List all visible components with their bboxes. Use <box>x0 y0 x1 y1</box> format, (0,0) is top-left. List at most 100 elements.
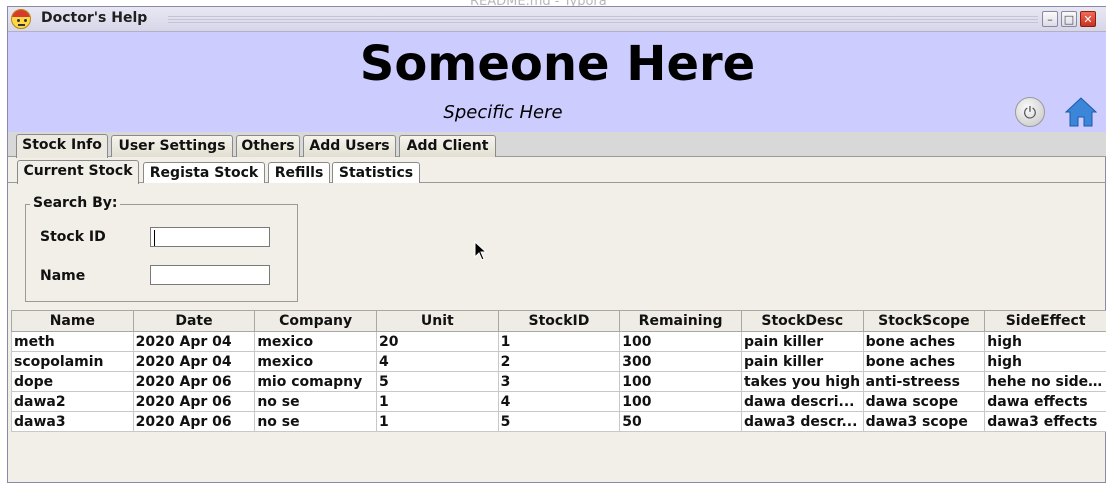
maximize-button[interactable]: □ <box>1061 11 1077 27</box>
table-cell[interactable]: scopolamin <box>11 351 134 372</box>
column-header[interactable]: StockDesc <box>740 310 864 332</box>
table-cell[interactable]: dawa effects <box>984 391 1106 412</box>
name-input[interactable] <box>150 265 270 285</box>
column-header[interactable]: Company <box>254 310 377 332</box>
table-cell[interactable]: anti-streess <box>862 371 986 392</box>
app-window: Doctor's Help – □ ✕ Someone Here Specifi… <box>7 6 1106 483</box>
table-row[interactable]: dope 2020 Apr 06 mio comapny 5 3 100 tak… <box>11 371 1106 392</box>
column-header[interactable]: Date <box>132 310 256 332</box>
tab-label: Add Users <box>309 138 390 154</box>
table-cell[interactable]: 1 <box>375 411 499 432</box>
main-tab-strip: Stock Info User Settings Others Add User… <box>8 132 1106 158</box>
table-cell[interactable]: dawa3 descr... <box>740 411 864 432</box>
table-cell[interactable]: 100 <box>619 371 742 392</box>
table-cell[interactable]: 2020 Apr 06 <box>132 411 256 432</box>
table-cell[interactable]: pain killer <box>740 331 864 352</box>
table-cell[interactable]: 50 <box>619 411 742 432</box>
tab-refills[interactable]: Refills <box>268 162 330 183</box>
table-cell[interactable]: dawa descri... <box>740 391 864 412</box>
stock-id-input[interactable] <box>150 227 270 247</box>
table-cell[interactable]: 2020 Apr 04 <box>132 331 256 352</box>
table-cell[interactable]: mexico <box>254 331 377 352</box>
table-cell[interactable]: dawa3 effects <box>984 411 1106 432</box>
table-cell[interactable]: 4 <box>497 391 621 412</box>
table-cell[interactable]: bone aches <box>862 351 986 372</box>
table-row[interactable]: scopolamin 2020 Apr 04 mexico 4 2 300 pa… <box>11 351 1106 372</box>
table-cell[interactable]: pain killer <box>740 351 864 372</box>
table-cell[interactable]: dawa3 <box>11 411 134 432</box>
table-cell[interactable]: 100 <box>619 331 742 352</box>
table-cell[interactable]: hehe no side... <box>984 371 1106 392</box>
table-cell[interactable]: 100 <box>619 391 742 412</box>
column-header[interactable]: SideEffect <box>984 310 1106 332</box>
search-legend: Search By: <box>30 195 121 211</box>
minimize-button[interactable]: – <box>1042 11 1058 27</box>
table-cell[interactable]: 3 <box>497 371 621 392</box>
tab-regista-stock[interactable]: Regista Stock <box>143 162 265 183</box>
doctor-face-icon <box>11 9 31 29</box>
tab-stock-info[interactable]: Stock Info <box>16 134 108 158</box>
column-header[interactable]: Name <box>11 310 134 332</box>
column-header[interactable]: Unit <box>375 310 499 332</box>
table-header-row: Name Date Company Unit StockID Remaining… <box>11 310 1106 332</box>
table-cell[interactable]: bone aches <box>862 331 986 352</box>
tab-label: Refills <box>274 165 324 181</box>
table-cell[interactable]: high <box>984 331 1106 352</box>
table-row[interactable]: dawa3 2020 Apr 06 no se 1 5 50 dawa3 des… <box>11 411 1106 432</box>
tab-others[interactable]: Others <box>236 135 300 157</box>
tab-label: Statistics <box>338 165 414 181</box>
tab-current-stock[interactable]: Current Stock <box>17 160 139 184</box>
sub-tab-strip: Current Stock Regista Stock Refills Stat… <box>8 158 1106 184</box>
power-button[interactable]: ⏻ <box>1015 97 1045 127</box>
table-cell[interactable]: dope <box>11 371 134 392</box>
maximize-icon: □ <box>1063 13 1075 26</box>
tab-user-settings[interactable]: User Settings <box>111 135 233 157</box>
table-cell[interactable]: 2020 Apr 06 <box>132 391 256 412</box>
table-cell[interactable]: mio comapny <box>254 371 377 392</box>
stock-table: Name Date Company Unit StockID Remaining… <box>11 310 1106 432</box>
title-bar[interactable]: Doctor's Help – □ ✕ <box>8 7 1106 32</box>
table-cell[interactable]: meth <box>11 331 134 352</box>
stock-id-label: Stock ID <box>40 229 106 245</box>
tab-label: User Settings <box>118 138 226 154</box>
page-subtitle: Specific Here <box>443 102 563 123</box>
table-cell[interactable]: 1 <box>497 331 621 352</box>
table-cell[interactable]: dawa3 scope <box>862 411 986 432</box>
power-icon: ⏻ <box>1023 103 1037 122</box>
column-header[interactable]: StockScope <box>862 310 986 332</box>
table-cell[interactable]: no se <box>254 411 377 432</box>
tab-label: Others <box>241 138 295 154</box>
table-cell[interactable]: dawa scope <box>862 391 986 412</box>
table-cell[interactable]: 1 <box>375 391 499 412</box>
header-banner: Someone Here Specific Here ⏻ <box>8 32 1106 132</box>
table-cell[interactable]: no se <box>254 391 377 412</box>
search-group <box>25 204 298 302</box>
table-cell[interactable]: 300 <box>619 351 742 372</box>
table-cell[interactable]: dawa2 <box>11 391 134 412</box>
tab-add-client[interactable]: Add Client <box>399 135 496 157</box>
column-header[interactable]: Remaining <box>619 310 742 332</box>
tab-label: Current Stock <box>23 163 133 179</box>
table-cell[interactable]: 4 <box>375 351 499 372</box>
table-cell[interactable]: takes you high <box>740 371 864 392</box>
close-button[interactable]: ✕ <box>1080 11 1096 27</box>
column-header[interactable]: StockID <box>497 310 621 332</box>
table-cell[interactable]: mexico <box>254 351 377 372</box>
tab-label: Add Client <box>406 138 489 154</box>
close-icon: ✕ <box>1083 13 1093 26</box>
table-cell[interactable]: 5 <box>375 371 499 392</box>
tab-add-users[interactable]: Add Users <box>303 135 396 157</box>
page-title: Someone Here <box>359 36 756 92</box>
table-cell[interactable]: 2020 Apr 06 <box>132 371 256 392</box>
title-bar-grip <box>168 16 1038 24</box>
text-caret <box>154 230 155 246</box>
table-cell[interactable]: 2020 Apr 04 <box>132 351 256 372</box>
table-row[interactable]: dawa2 2020 Apr 06 no se 1 4 100 dawa des… <box>11 391 1106 412</box>
tab-statistics[interactable]: Statistics <box>332 162 420 183</box>
table-row[interactable]: meth 2020 Apr 04 mexico 20 1 100 pain ki… <box>11 331 1106 352</box>
table-cell[interactable]: high <box>984 351 1106 372</box>
table-cell[interactable]: 20 <box>375 331 499 352</box>
home-icon[interactable] <box>1065 96 1097 128</box>
table-cell[interactable]: 5 <box>497 411 621 432</box>
table-cell[interactable]: 2 <box>497 351 621 372</box>
